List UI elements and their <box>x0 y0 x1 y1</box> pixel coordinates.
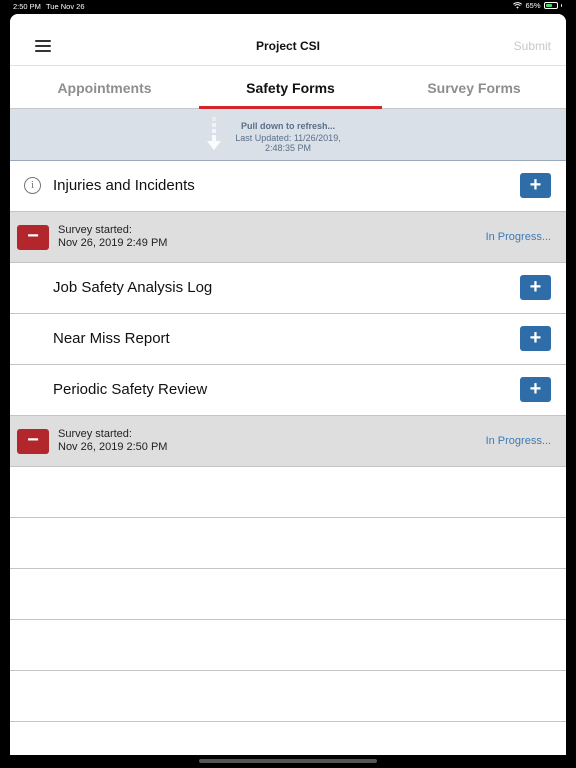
empty-row <box>10 620 566 671</box>
pull-to-refresh[interactable]: Pull down to refresh... Last Updated: 11… <box>10 109 566 161</box>
survey-started-date: Nov 26, 2019 2:49 PM <box>58 237 168 249</box>
battery-icon <box>543 2 558 9</box>
status-bar: 2:50 PM Tue Nov 26 65% <box>0 0 576 12</box>
add-button[interactable]: + <box>520 377 551 402</box>
remove-button[interactable]: − <box>17 429 49 454</box>
wifi-icon <box>513 2 523 9</box>
in-progress-link[interactable]: In Progress... <box>486 416 551 466</box>
page-title: Project CSI <box>255 39 321 53</box>
home-indicator[interactable] <box>199 759 377 763</box>
refresh-date: Last Updated: 11/26/2019, <box>235 133 341 143</box>
form-row-near-miss[interactable]: Near Miss Report + <box>10 314 566 365</box>
survey-started-label: Survey started: <box>58 428 132 440</box>
add-button[interactable]: + <box>520 275 551 300</box>
add-button[interactable]: + <box>520 173 551 198</box>
empty-row <box>10 518 566 569</box>
tab-bar: Appointments Safety Forms Survey Forms <box>10 65 566 109</box>
form-label: Near Miss Report <box>53 330 170 347</box>
form-label: Periodic Safety Review <box>53 381 208 398</box>
form-row-job-safety[interactable]: Job Safety Analysis Log + <box>10 263 566 314</box>
form-row-periodic-review[interactable]: Periodic Safety Review + <box>10 365 566 416</box>
empty-row <box>10 569 566 620</box>
refresh-last-updated: Last Updated: 11/26/2019, 2:48:35 PM <box>10 133 566 153</box>
info-icon[interactable]: i <box>24 177 41 194</box>
survey-started-label: Survey started: <box>58 224 132 236</box>
app-window: Project CSI Submit Appointments Safety F… <box>10 14 566 755</box>
survey-row[interactable]: − Survey started: Nov 26, 2019 2:49 PM I… <box>10 212 566 263</box>
survey-row[interactable]: − Survey started: Nov 26, 2019 2:50 PM I… <box>10 416 566 467</box>
refresh-title: Pull down to refresh... <box>240 121 335 131</box>
form-row-injuries[interactable]: i Injuries and Incidents + <box>10 161 566 212</box>
survey-info: Survey started: Nov 26, 2019 2:50 PM <box>58 428 167 454</box>
battery-percent: 65% <box>525 1 541 10</box>
survey-started-date: Nov 26, 2019 2:50 PM <box>58 441 168 453</box>
tab-survey-forms[interactable]: Survey Forms <box>382 66 566 108</box>
refresh-time: 2:48:35 PM <box>264 143 312 153</box>
survey-info: Survey started: Nov 26, 2019 2:49 PM <box>58 224 167 250</box>
status-date: Tue Nov 26 <box>46 2 85 11</box>
form-label: Injuries and Incidents <box>53 177 195 194</box>
add-button[interactable]: + <box>520 326 551 351</box>
tab-safety-forms[interactable]: Safety Forms <box>199 66 382 109</box>
tab-appointments[interactable]: Appointments <box>10 66 199 108</box>
submit-button[interactable]: Submit <box>514 39 551 53</box>
status-time: 2:50 PM <box>13 2 41 11</box>
empty-row <box>10 671 566 722</box>
form-label: Job Safety Analysis Log <box>53 279 213 296</box>
empty-row <box>10 467 566 518</box>
in-progress-link[interactable]: In Progress... <box>486 212 551 262</box>
status-right: 65% <box>513 1 562 10</box>
navbar: Project CSI Submit <box>10 14 566 65</box>
remove-button[interactable]: − <box>17 225 49 250</box>
